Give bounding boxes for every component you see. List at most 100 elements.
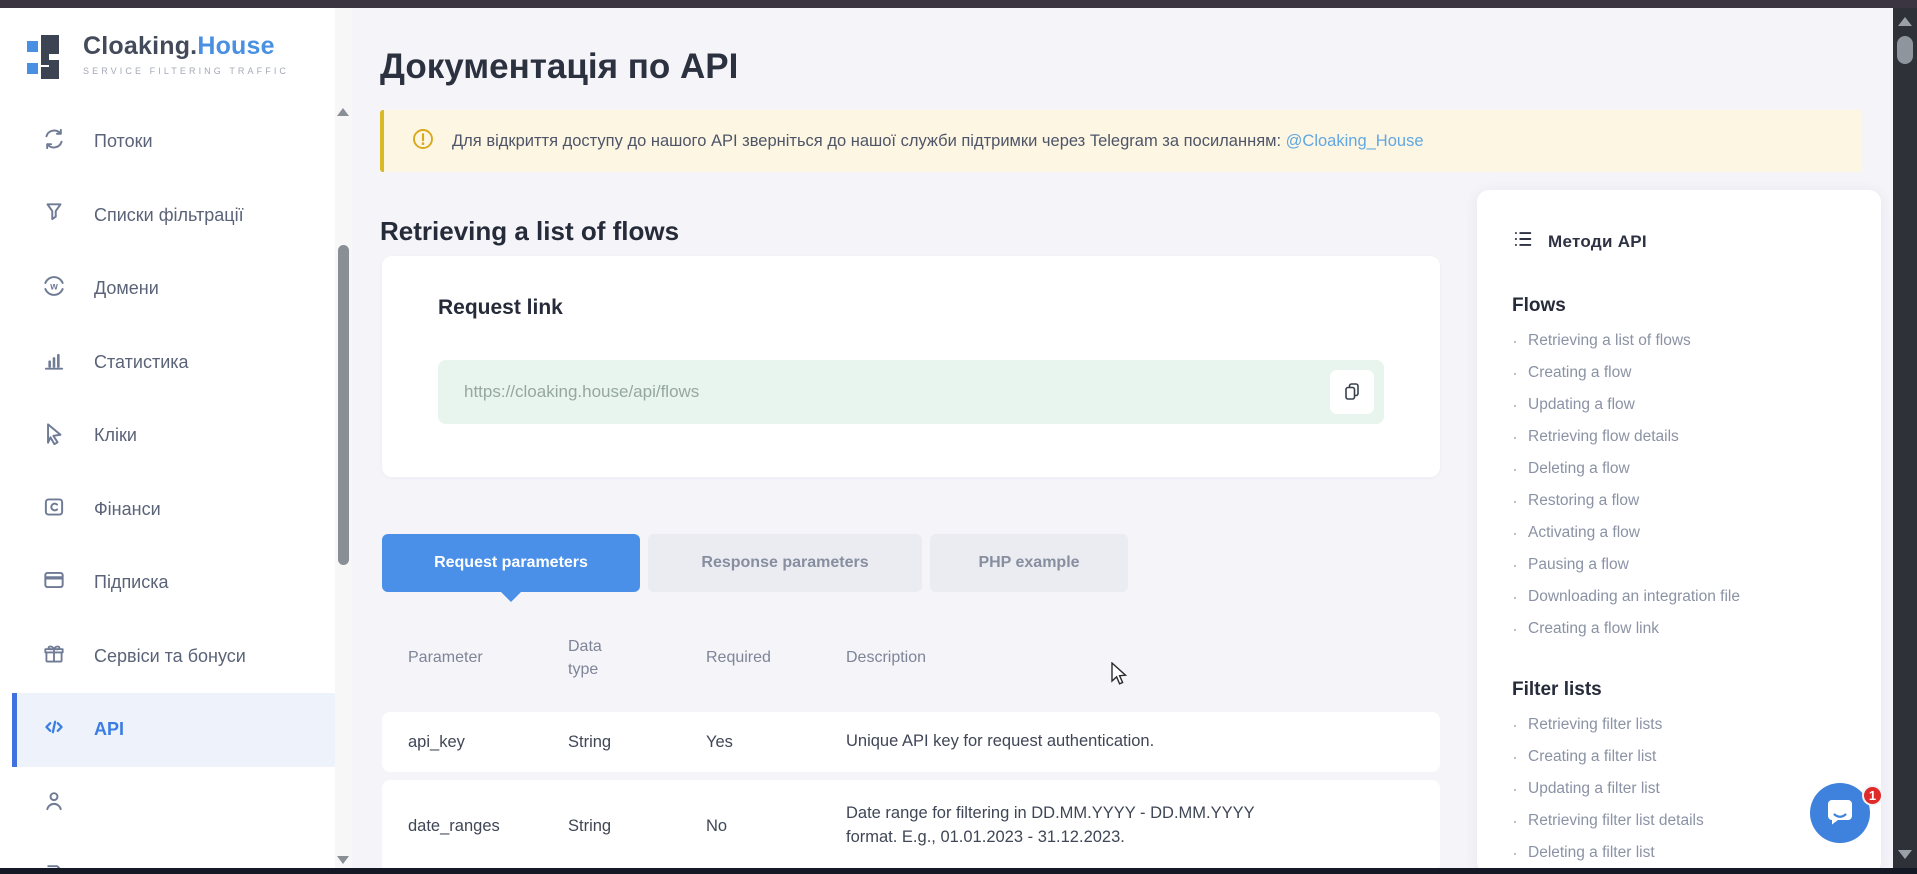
- method-link-retrieving-filter-list-details[interactable]: ·Retrieving filter list details: [1512, 805, 1861, 837]
- sidebar-scrollbar-thumb[interactable]: [338, 245, 349, 565]
- cursor-icon: [41, 420, 67, 451]
- mouse-cursor: [1108, 662, 1130, 693]
- sidebar-item-label: Кліки: [94, 425, 137, 446]
- scroll-down-arrow-icon[interactable]: [337, 856, 349, 864]
- filter-icon: [41, 200, 67, 231]
- sidebar-item-api[interactable]: API: [12, 693, 335, 767]
- bar-chart-icon: [41, 347, 67, 378]
- method-link-label: Downloading an integration file: [1528, 588, 1740, 606]
- sidebar-scrollbar[interactable]: [335, 8, 352, 868]
- banner-text: Для відкриття доступу до нашого API звер…: [452, 132, 1281, 150]
- method-link-label: Retrieving filter list details: [1528, 812, 1704, 830]
- column-header-data-type: Data type: [568, 635, 618, 681]
- scroll-up-arrow-icon[interactable]: [1898, 17, 1912, 26]
- request-url: https://cloaking.house/api/flows: [464, 382, 1330, 402]
- sidebar-item-flows[interactable]: Потоки: [0, 105, 335, 179]
- method-link-deleting-a-flow[interactable]: ·Deleting a flow: [1512, 453, 1861, 485]
- method-link-label: Deleting a flow: [1528, 460, 1630, 478]
- cell-required: No: [706, 817, 846, 836]
- method-link-label: Creating a flow: [1528, 364, 1631, 382]
- sidebar-nav: Потоки Списки фільтрації w Домени Статис…: [0, 105, 335, 868]
- method-link-label: Retrieving a list of flows: [1528, 332, 1691, 350]
- column-header-description: Description: [846, 649, 1414, 667]
- sidebar-item-referrals[interactable]: [0, 767, 335, 841]
- sidebar-item-label: Сервіси та бонуси: [94, 646, 246, 667]
- sidebar-item-domains[interactable]: w Домени: [0, 252, 335, 326]
- tab-request-parameters[interactable]: Request parameters: [382, 534, 640, 592]
- cell-data-type: String: [568, 733, 706, 752]
- tab-php-example[interactable]: PHP example: [930, 534, 1128, 592]
- method-link-label: Pausing a flow: [1528, 556, 1629, 574]
- method-link-label: Deleting a filter list: [1528, 844, 1655, 862]
- warning-icon: [412, 128, 434, 155]
- chat-widget-button[interactable]: [1810, 783, 1870, 843]
- sidebar-item-partial[interactable]: [0, 840, 335, 868]
- scroll-up-arrow-icon[interactable]: [337, 108, 349, 116]
- sidebar-item-services-bonuses[interactable]: Сервіси та бонуси: [0, 620, 335, 694]
- sidebar-item-subscription[interactable]: Підписка: [0, 546, 335, 620]
- method-link-label: Activating a flow: [1528, 524, 1640, 542]
- api-methods-panel: Методи API Flows ·Retrieving a list of f…: [1477, 190, 1881, 874]
- method-link-retrieving-list-of-flows[interactable]: ·Retrieving a list of flows: [1512, 325, 1861, 357]
- request-url-field[interactable]: https://cloaking.house/api/flows: [438, 360, 1384, 424]
- person-icon: [41, 788, 67, 819]
- method-link-updating-a-filter-list[interactable]: ·Updating a filter list: [1512, 773, 1861, 805]
- method-link-deleting-a-filter-list[interactable]: ·Deleting a filter list: [1512, 837, 1861, 869]
- column-header-parameter: Parameter: [408, 649, 568, 667]
- method-link-creating-a-filter-list[interactable]: ·Creating a filter list: [1512, 741, 1861, 773]
- sidebar-item-label: Статистика: [94, 352, 189, 373]
- method-link-pausing-a-flow[interactable]: ·Pausing a flow: [1512, 549, 1861, 581]
- svg-text:w: w: [49, 282, 58, 293]
- method-link-updating-a-flow[interactable]: ·Updating a flow: [1512, 389, 1861, 421]
- method-link-label: Restoring a flow: [1528, 492, 1639, 510]
- brand-tagline: SERVICE FILTERING TRAFFIC: [83, 66, 289, 76]
- method-link-creating-a-flow-link[interactable]: ·Creating a flow link: [1512, 613, 1861, 645]
- logo-text: Cloaking.House SERVICE FILTERING TRAFFIC: [83, 32, 289, 76]
- methods-section-filter-lists: Filter lists: [1512, 679, 1861, 701]
- method-link-restoring-a-flow[interactable]: ·Restoring a flow: [1512, 485, 1861, 517]
- credit-card-icon: [41, 567, 67, 598]
- page-scrollbar-thumb[interactable]: [1897, 36, 1913, 64]
- method-link-label: Creating a flow link: [1528, 620, 1659, 638]
- request-link-title: Request link: [438, 296, 563, 320]
- column-header-required: Required: [706, 649, 846, 667]
- logo[interactable]: Cloaking.House SERVICE FILTERING TRAFFIC: [27, 32, 289, 87]
- method-link-label: Creating a filter list: [1528, 748, 1656, 766]
- methods-section-flows: Flows: [1512, 295, 1861, 317]
- table-row: date_ranges String No Date range for fil…: [382, 780, 1440, 872]
- method-link-retrieving-flow-details[interactable]: ·Retrieving flow details: [1512, 421, 1861, 453]
- list-icon: [1512, 228, 1534, 255]
- scroll-down-arrow-icon[interactable]: [1898, 850, 1912, 859]
- methods-panel-title: Методи API: [1548, 232, 1647, 252]
- method-link-activating-a-flow[interactable]: ·Activating a flow: [1512, 517, 1861, 549]
- parameter-tabs: Request parameters Response parameters P…: [382, 534, 1128, 592]
- sidebar-item-label: Списки фільтрації: [94, 205, 244, 226]
- method-link-downloading-integration-file[interactable]: ·Downloading an integration file: [1512, 581, 1861, 613]
- chat-notification-badge: 1: [1862, 785, 1883, 806]
- method-link-label: Updating a flow: [1528, 396, 1635, 414]
- table-row: api_key String Yes Unique API key for re…: [382, 712, 1440, 772]
- sidebar-item-finance[interactable]: Фінанси: [0, 473, 335, 547]
- sidebar-item-filter-lists[interactable]: Списки фільтрації: [0, 179, 335, 253]
- sidebar-item-statistics[interactable]: Статистика: [0, 326, 335, 400]
- copy-icon: [1342, 381, 1362, 404]
- sidebar-item-label: Потоки: [94, 131, 153, 152]
- method-link-creating-a-flow[interactable]: ·Creating a flow: [1512, 357, 1861, 389]
- method-link-label: Retrieving filter lists: [1528, 716, 1662, 734]
- copy-button[interactable]: [1330, 370, 1374, 414]
- gift-icon: [41, 641, 67, 672]
- code-icon: [41, 714, 67, 745]
- sidebar: Cloaking.House SERVICE FILTERING TRAFFIC…: [0, 8, 352, 868]
- sidebar-item-label: Фінанси: [94, 499, 161, 520]
- chat-bubble-icon: [1822, 794, 1858, 833]
- cell-data-type: String: [568, 817, 706, 836]
- cell-description: Date range for filtering in DD.MM.YYYY -…: [846, 802, 1286, 850]
- telegram-link[interactable]: @Cloaking_House: [1286, 132, 1424, 150]
- cell-required: Yes: [706, 733, 846, 752]
- method-link-retrieving-filter-lists[interactable]: ·Retrieving filter lists: [1512, 709, 1861, 741]
- page-scrollbar[interactable]: [1893, 8, 1917, 868]
- method-link-label: Retrieving flow details: [1528, 428, 1679, 446]
- page-title: Документація по API: [380, 47, 738, 87]
- tab-response-parameters[interactable]: Response parameters: [648, 534, 922, 592]
- sidebar-item-clicks[interactable]: Кліки: [0, 399, 335, 473]
